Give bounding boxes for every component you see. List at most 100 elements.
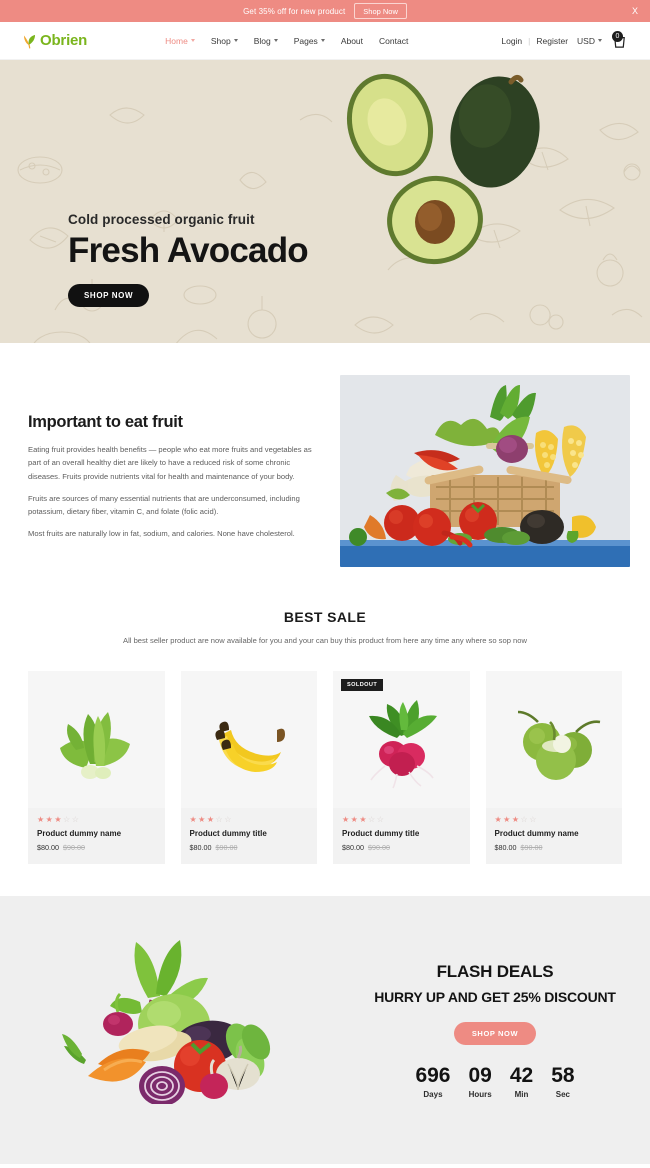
nav-label: Blog (253, 35, 271, 46)
header-actions: Login | Register USD 0 (501, 31, 628, 49)
promo-banner: Get 35% off for new product Shop Now X (0, 0, 650, 22)
flash-deals-shop-now-button[interactable]: SHOP NOW (453, 1021, 537, 1045)
countdown-unit-sec: 58 Sec (551, 1065, 574, 1099)
countdown-timer: 696 Days 09 Hours 42 Min 58 Sec (350, 1065, 640, 1099)
countdown-value: 58 (551, 1063, 575, 1087)
product-info: ★ ★ ★ ☆ ☆ Product dummy title $80.00 $90.… (181, 808, 318, 864)
register-link[interactable]: Register (536, 36, 568, 46)
promo-shop-now-button[interactable]: Shop Now (354, 3, 407, 19)
main-navigation: Home Shop Blog Pages About Contact (165, 36, 408, 46)
star-icon: ☆ (529, 815, 537, 825)
nav-item-shop[interactable]: Shop (211, 36, 238, 46)
currency-selector[interactable]: USD (577, 36, 602, 46)
nav-item-pages[interactable]: Pages (294, 36, 325, 46)
current-price: $80.00 (189, 843, 212, 853)
about-text-column: Important to eat fruit Eating fruit prov… (28, 375, 316, 567)
old-price: $90.00 (62, 843, 85, 853)
current-price: $80.00 (494, 843, 517, 853)
hero-content: Cold processed organic fruit Fresh Avoca… (68, 212, 309, 307)
chevron-down-icon (320, 39, 325, 42)
about-title: Important to eat fruit (28, 413, 183, 431)
star-icon: ★ (206, 815, 215, 825)
logo[interactable]: Obrien (22, 32, 87, 49)
rating-stars: ★ ★ ★ ☆ ☆ (37, 816, 156, 824)
close-icon[interactable]: X (632, 6, 638, 16)
chevron-down-icon (598, 39, 602, 42)
nav-item-about[interactable]: About (341, 36, 363, 46)
countdown-value: 09 (468, 1063, 492, 1087)
logo-text: Obrien (40, 32, 88, 49)
nav-item-contact[interactable]: Contact (379, 36, 408, 46)
rating-stars: ★ ★ ★ ☆ ☆ (190, 816, 309, 824)
flash-deals-section: FLASH DEALS HURRY UP AND GET 25% DISCOUN… (0, 896, 650, 1165)
nav-item-blog[interactable]: Blog (254, 36, 278, 46)
nav-label: Shop (210, 35, 231, 46)
auth-divider: | (528, 35, 531, 46)
hero-section: Cold processed organic fruit Fresh Avoca… (0, 60, 650, 343)
product-info: ★ ★ ★ ☆ ☆ Product dummy name $80.00 $90.0… (28, 808, 165, 864)
product-price: $80.00 $90.00 (37, 843, 156, 852)
countdown-label: Min (514, 1089, 529, 1099)
countdown-value: 42 (509, 1063, 534, 1087)
cart-count-badge: 0 (612, 31, 623, 42)
star-icon: ☆ (520, 815, 528, 825)
current-price: $80.00 (342, 843, 364, 853)
product-price: $80.00 $90.00 (342, 843, 461, 852)
auth-links: Login | Register (501, 36, 568, 46)
status-badge-soldout: SOLDOUT (341, 679, 384, 692)
countdown-unit-days: 696 Days (415, 1065, 450, 1099)
star-icon: ★ (359, 815, 367, 825)
nav-item-home[interactable]: Home (165, 36, 195, 46)
countdown-label: Hours (468, 1089, 492, 1099)
countdown-value: 696 (415, 1063, 451, 1087)
chevron-down-icon (273, 39, 278, 42)
product-image-bok-choy (28, 671, 165, 809)
about-section: Important to eat fruit Eating fruit prov… (0, 343, 650, 567)
nav-label: About (340, 35, 364, 46)
star-icon: ★ (342, 815, 350, 825)
old-price: $90.00 (520, 843, 543, 853)
site-header: Obrien Home Shop Blog Pages About Contac… (0, 22, 650, 60)
star-icon: ★ (494, 815, 502, 825)
cart-button[interactable]: 0 (611, 31, 628, 49)
product-card[interactable]: ★ ★ ★ ☆ ☆ Product dummy title $80.00 $90.… (180, 671, 318, 865)
product-name: Product dummy name (494, 829, 579, 839)
product-info: ★ ★ ★ ☆ ☆ Product dummy name $80.00 $90.0… (486, 808, 623, 864)
product-image-coconuts (485, 671, 622, 809)
countdown-label: Days (423, 1089, 443, 1099)
star-icon: ☆ (376, 815, 384, 825)
product-grid: ★ ★ ★ ☆ ☆ Product dummy name $80.00 $90.0… (0, 671, 650, 865)
nav-label: Pages (293, 35, 318, 46)
product-card[interactable]: SOLDOUT ★ ★ ★ ☆ ☆ Product dummy title $8… (333, 671, 470, 865)
current-price: $80.00 (37, 843, 59, 853)
product-card[interactable]: ★ ★ ★ ☆ ☆ Product dummy name $80.00 $90.0… (485, 671, 623, 865)
countdown-unit-hours: 09 Hours (468, 1065, 491, 1099)
flash-deals-content: FLASH DEALS HURRY UP AND GET 25% DISCOUN… (350, 962, 650, 1099)
star-icon: ☆ (215, 815, 223, 825)
best-sale-description: All best seller product are now availabl… (123, 636, 527, 645)
star-icon: ★ (37, 815, 45, 825)
about-paragraph: Eating fruit provides health benefits — … (28, 445, 312, 481)
about-paragraph: Most fruits are naturally low in fat, so… (28, 529, 295, 539)
star-icon: ★ (189, 815, 197, 825)
product-card[interactable]: ★ ★ ★ ☆ ☆ Product dummy name $80.00 $90.0… (28, 671, 165, 865)
login-link[interactable]: Login (501, 36, 522, 46)
product-image-radishes (333, 671, 470, 809)
rating-stars: ★ ★ ★ ☆ ☆ (342, 816, 461, 824)
old-price: $90.00 (367, 843, 390, 853)
chevron-down-icon (190, 39, 195, 42)
flash-deals-title: FLASH DEALS (436, 961, 554, 981)
product-info: ★ ★ ★ ☆ ☆ Product dummy title $80.00 $90.… (333, 808, 470, 864)
vegetable-basket-image (340, 375, 630, 567)
star-icon: ★ (350, 815, 358, 825)
flash-deals-subtitle: HURRY UP AND GET 25% DISCOUNT (374, 988, 616, 1005)
product-name: Product dummy name (37, 829, 122, 839)
best-sale-title: BEST SALE (283, 609, 367, 625)
countdown-label: Sec (555, 1089, 570, 1099)
star-icon: ☆ (224, 815, 232, 825)
nav-label: Contact (379, 35, 409, 46)
star-icon: ☆ (368, 815, 376, 825)
flash-deals-vegetables-image (52, 914, 302, 1109)
product-image-bananas (180, 671, 317, 809)
hero-shop-now-button[interactable]: SHOP NOW (68, 284, 150, 307)
